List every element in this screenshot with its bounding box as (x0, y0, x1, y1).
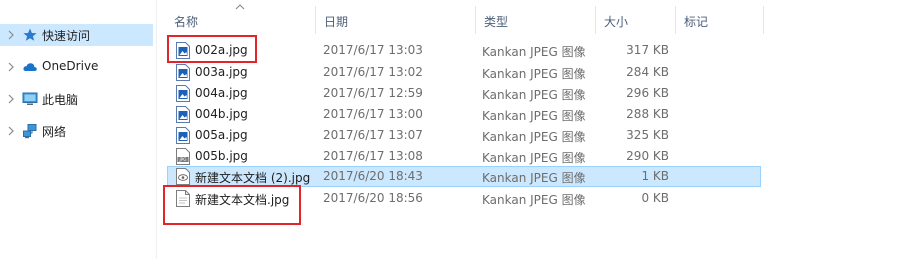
file-size: 296 KB (626, 86, 669, 100)
chevron-right-icon[interactable] (6, 29, 16, 41)
file-name: 005b.jpg (195, 149, 248, 163)
navigation-pane: 快速访问 OneDrive 此电脑 网络 (0, 0, 156, 259)
file-size: 1 KB (641, 169, 669, 183)
file-date: 2017/6/17 13:08 (323, 149, 423, 163)
file-type: Kankan JPEG 图像 (482, 88, 586, 102)
column-date[interactable]: 日期 (316, 6, 476, 34)
nav-item-label: OneDrive (42, 59, 99, 73)
column-tags[interactable]: 标记 (676, 6, 764, 34)
file-type: Kankan JPEG 图像 (482, 130, 586, 144)
file-size: 290 KB (626, 149, 669, 163)
jpg-file-icon: JPG (176, 148, 190, 165)
file-name: 005a.jpg (195, 128, 248, 142)
file-row[interactable]: 003a.jpg 2017/6/17 13:02 Kankan JPEG 图像 … (167, 62, 761, 83)
file-row-selected[interactable]: 新建文本文档 (2).jpg 2017/6/20 18:43 Kankan JP… (167, 166, 761, 187)
nav-item-label: 此电脑 (42, 93, 79, 107)
annotation-box (163, 185, 301, 225)
nav-item-network[interactable]: 网络 (0, 120, 153, 142)
image-file-icon (176, 106, 190, 123)
column-name[interactable]: 名称 (166, 6, 316, 34)
file-date: 2017/6/17 12:59 (323, 86, 423, 100)
image-file-icon (176, 127, 190, 144)
file-row[interactable]: 004a.jpg 2017/6/17 12:59 Kankan JPEG 图像 … (167, 83, 761, 104)
file-type: Kankan JPEG 图像 (482, 171, 586, 185)
file-row[interactable]: 005a.jpg 2017/6/17 13:07 Kankan JPEG 图像 … (167, 125, 761, 146)
nav-item-this-pc[interactable]: 此电脑 (0, 88, 153, 110)
file-size: 0 KB (641, 191, 669, 205)
nav-item-label: 网络 (42, 125, 67, 139)
nav-item-onedrive[interactable]: OneDrive (0, 56, 153, 78)
file-type: Kankan JPEG 图像 (482, 109, 586, 123)
image-file-icon (176, 64, 190, 81)
svg-text:JPG: JPG (178, 157, 186, 162)
star-icon (23, 28, 37, 41)
file-size: 288 KB (626, 107, 669, 121)
file-date: 2017/6/17 13:02 (323, 65, 423, 79)
column-type[interactable]: 类型 (476, 6, 596, 34)
file-date: 2017/6/20 18:56 (323, 191, 423, 205)
file-name: 004a.jpg (195, 86, 248, 100)
nav-item-quick-access[interactable]: 快速访问 (0, 24, 153, 46)
file-name: 004b.jpg (195, 107, 248, 121)
image-file-icon (176, 85, 190, 102)
file-date: 2017/6/17 13:07 (323, 128, 423, 142)
pane-divider (156, 0, 157, 259)
file-date: 2017/6/17 13:03 (323, 43, 423, 57)
file-type: Kankan JPEG 图像 (482, 193, 586, 207)
network-icon (23, 124, 37, 139)
file-size: 317 KB (626, 43, 669, 57)
file-date: 2017/6/20 18:43 (323, 169, 423, 183)
annotation-box (167, 35, 257, 63)
file-size: 325 KB (626, 128, 669, 142)
file-name: 003a.jpg (195, 65, 248, 79)
computer-icon (22, 92, 38, 105)
column-header: 名称 日期 类型 大小 标记 (166, 4, 766, 34)
file-row[interactable]: 004b.jpg 2017/6/17 13:00 Kankan JPEG 图像 … (167, 104, 761, 125)
file-type: Kankan JPEG 图像 (482, 67, 586, 81)
file-name: 新建文本文档 (2).jpg (195, 171, 311, 185)
file-date: 2017/6/17 13:00 (323, 107, 423, 121)
column-size[interactable]: 大小 (596, 6, 676, 34)
file-type: Kankan JPEG 图像 (482, 151, 586, 165)
cloud-icon (23, 63, 37, 71)
chevron-right-icon[interactable] (6, 125, 16, 137)
file-row[interactable]: JPG 005b.jpg 2017/6/17 13:08 Kankan JPEG… (167, 146, 761, 167)
nav-item-label: 快速访问 (42, 29, 91, 43)
chevron-right-icon[interactable] (6, 61, 16, 73)
file-size: 284 KB (626, 65, 669, 79)
column-divider[interactable] (763, 6, 764, 34)
eye-file-icon (176, 168, 190, 185)
file-type: Kankan JPEG 图像 (482, 45, 586, 59)
chevron-right-icon[interactable] (6, 93, 16, 105)
